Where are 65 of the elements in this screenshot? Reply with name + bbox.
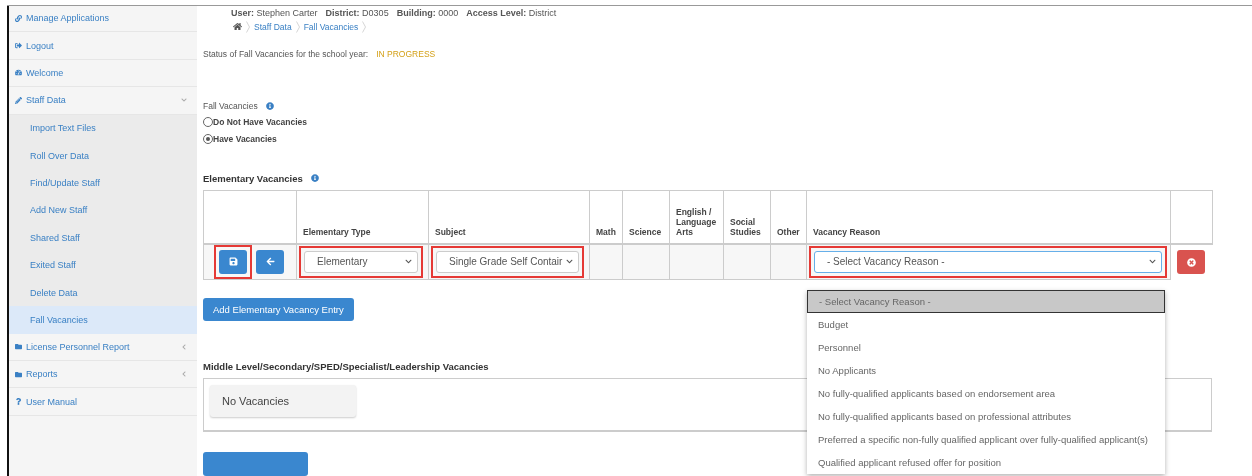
breadcrumb-link[interactable]: Staff Data — [254, 21, 292, 32]
folder-icon — [15, 370, 22, 378]
arrow-left-icon — [265, 257, 275, 267]
back-button[interactable] — [256, 249, 284, 274]
status-value: IN PROGRESS — [376, 49, 436, 60]
user-info-text: User: Stephen Carter — [231, 8, 318, 19]
save-button[interactable] — [219, 249, 247, 274]
section-heading: Middle Level/Secondary/SPED/Specialist/Leadership Vacancies — [203, 361, 489, 373]
sidebar-subitem[interactable]: Roll Over Data — [9, 141, 197, 170]
info-icon[interactable] — [265, 102, 274, 111]
sidebar-subitem[interactable]: Add New Staff — [9, 196, 197, 225]
select-field[interactable]: - Select Vacancy Reason - — [814, 250, 1162, 273]
chevron-down-icon — [566, 258, 573, 266]
field-label: Fall Vacancies — [203, 101, 258, 112]
dashboard-icon — [15, 69, 22, 77]
column-header: Social Studies — [723, 190, 771, 244]
sidebar-subitem[interactable]: Import Text Files — [9, 114, 197, 142]
dropdown-option[interactable]: Qualified applicant refused offer for position — [807, 451, 1165, 474]
home-icon[interactable] — [233, 22, 242, 32]
select-field[interactable]: Single Grade Self Contair — [436, 250, 579, 273]
chevron-down-icon — [1149, 258, 1156, 266]
user-info-text: Building: 0000 — [396, 8, 459, 19]
empty-message: No Vacancies — [210, 385, 356, 418]
column-header: Other — [770, 190, 807, 244]
radio-button[interactable] — [203, 133, 213, 144]
radio-label: Do Not Have Vacancies — [213, 117, 307, 128]
sidebar-subitem[interactable]: Find/Update Staff — [9, 169, 197, 197]
section-heading: Elementary Vacancies — [203, 172, 303, 184]
sidebar-subitem[interactable]: Delete Data — [9, 278, 197, 307]
chevron-right-icon — [295, 20, 300, 33]
column-header: English / Language Arts — [669, 190, 724, 244]
chevron-down-icon — [405, 258, 412, 266]
sidebar-subitem[interactable]: Shared Staff — [9, 224, 197, 252]
dropdown-option[interactable]: No fully-qualified applicants based on professional attributes — [807, 405, 1165, 428]
logout-icon — [15, 42, 22, 50]
sidebar-subitem[interactable]: Exited Staff — [9, 251, 197, 279]
dropdown-option[interactable]: - Select Vacancy Reason - — [807, 290, 1165, 313]
sidebar-subitem[interactable]: Fall Vacancies — [9, 306, 197, 334]
chevron-right-icon — [362, 20, 367, 33]
folder-icon — [15, 343, 22, 351]
select-field[interactable]: Elementary — [304, 250, 418, 273]
column-header: Math — [589, 190, 623, 244]
user-info-text: Access Level: District — [466, 8, 557, 19]
close-icon — [1186, 257, 1196, 267]
save-icon — [228, 257, 238, 267]
column-header: Science — [622, 190, 670, 244]
add-entry-button[interactable]: Add Elementary Vacancy Entry — [203, 297, 354, 322]
link-icon — [15, 14, 22, 22]
breadcrumb-link[interactable]: Fall Vacancies — [303, 21, 359, 32]
column-header: Subject — [428, 190, 590, 244]
column-header: Vacancy Reason — [806, 190, 1171, 244]
dropdown-option[interactable]: No fully-qualified applicants based on endorsement area — [807, 382, 1165, 405]
dropdown-option[interactable]: Personnel — [807, 336, 1165, 359]
user-info-text: District: D0305 — [325, 8, 389, 19]
question-icon — [15, 398, 22, 406]
radio-label: Have Vacancies — [213, 133, 277, 144]
pencil-icon — [15, 96, 22, 104]
dropdown-option[interactable]: No Applicants — [807, 359, 1165, 382]
status-label: Status of Fall Vacancies for the school year: — [203, 49, 369, 60]
column-header: Elementary Type — [296, 190, 429, 244]
dropdown-option[interactable]: Preferred a specific non-fully qualified applicant over fully-qualified applicant(s) — [807, 428, 1165, 451]
dropdown-option[interactable]: Budget — [807, 313, 1165, 336]
info-icon[interactable] — [310, 174, 319, 183]
delete-button[interactable] — [1177, 250, 1205, 275]
radio-button[interactable] — [203, 117, 213, 128]
